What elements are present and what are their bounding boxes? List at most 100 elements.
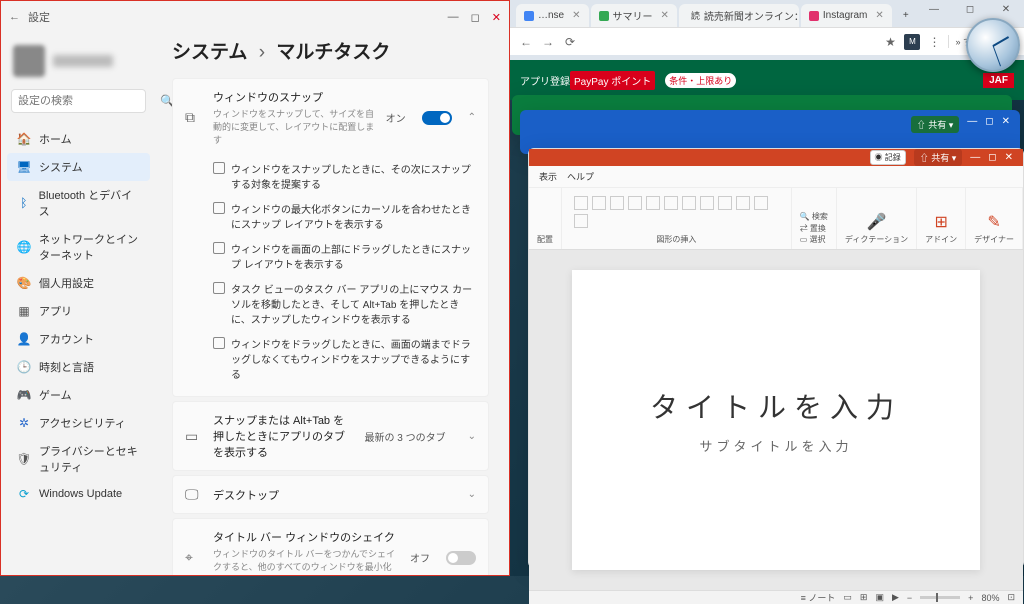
checkbox[interactable]: [213, 337, 225, 349]
powerpoint-window[interactable]: ◉ 記録 ⇧ 共有 ▾ — ◻ ✕ 表示 ヘルプ 配置 図形の挿入 🔍 検索⇄ …: [528, 148, 1024, 568]
fit-icon[interactable]: ⊡: [1007, 592, 1015, 603]
setting-row[interactable]: ⧉ ウィンドウのスナップ ウィンドウをスナップして、サイズを自動的に変更して、レ…: [173, 79, 488, 156]
toggle-switch[interactable]: [422, 111, 452, 125]
sidebar-item-9[interactable]: ✲ アクセシビリティ: [7, 409, 150, 437]
extension-icon[interactable]: ★: [882, 34, 898, 50]
checkbox[interactable]: [213, 242, 225, 254]
desktop-clock-gadget[interactable]: [966, 18, 1020, 72]
snap-option[interactable]: ウィンドウをドラッグしたときに、画面の端までドラッグしなくてもウィンドウをスナッ…: [213, 331, 476, 386]
sidebar-item-3[interactable]: 🌐ネットワークとインターネット: [7, 225, 150, 269]
shape-gallery[interactable]: [570, 192, 783, 232]
close-icon[interactable]: ✕: [572, 10, 580, 21]
ad-banner: アプリ登録 PayPay ポイント 条件・上限あり JAF: [510, 60, 1024, 100]
search-input[interactable]: [18, 95, 160, 107]
new-tab-button[interactable]: +: [894, 4, 918, 27]
sidebar-item-11[interactable]: ⟳Windows Update: [7, 481, 150, 507]
sidebar-item-8[interactable]: 🎮ゲーム: [7, 381, 150, 409]
browser-window-controls[interactable]: — ◻ ✕: [920, 4, 1020, 15]
desktop-background: — ◻ ✕ …nse✕ サマリー✕ 読読売新聞オンライン：ニュース&✕ Inst…: [510, 0, 1024, 576]
sidebar-item-10[interactable]: 🛡プライバシーとセキュリティ: [7, 437, 150, 481]
slide-title-placeholder[interactable]: タイトルを入力: [650, 386, 902, 426]
minimize-icon[interactable]: —: [448, 11, 459, 24]
sidebar-item-4[interactable]: 🎨個人用設定: [7, 269, 150, 297]
setting-title: スナップまたは Alt+Tab を押したときにアプリのタブを表示する: [213, 412, 354, 460]
desktop-icon: 🖵: [185, 486, 203, 503]
dropdown-value[interactable]: 最新の 3 つのタブ: [364, 429, 445, 444]
view-reading-icon[interactable]: ▣: [875, 592, 884, 603]
close-icon[interactable]: ✕: [1002, 116, 1010, 133]
ribbon-group[interactable]: 🎤ディクテーション: [837, 188, 917, 249]
zoom-out-icon[interactable]: −: [907, 593, 912, 603]
alttab-setting[interactable]: ▭ スナップまたは Alt+Tab を押したときにアプリのタブを表示する 最新の…: [172, 401, 489, 471]
view-slideshow-icon[interactable]: ▶: [892, 592, 899, 603]
ribbon-group: 配置: [529, 188, 562, 249]
slide[interactable]: タイトルを入力 サブタイトルを入力: [572, 270, 981, 570]
close-icon[interactable]: ✕: [492, 11, 501, 24]
ribbon-group[interactable]: ⊞アドイン: [917, 188, 966, 249]
nav-label: アクセシビリティ: [39, 415, 126, 431]
zoom-in-icon[interactable]: +: [968, 593, 973, 603]
ribbon-tab[interactable]: ヘルプ: [567, 170, 594, 183]
browser-tab[interactable]: Instagram✕: [801, 4, 892, 27]
ribbon-tab[interactable]: 表示: [539, 170, 557, 183]
snap-option[interactable]: ウィンドウを画面の上部にドラッグしたときにスナップ レイアウトを表示する: [213, 236, 476, 276]
maximize-icon[interactable]: ◻: [988, 152, 996, 163]
extension-icon[interactable]: M: [904, 34, 920, 50]
settings-search[interactable]: 🔍: [11, 89, 146, 113]
user-account-block[interactable]: [7, 41, 150, 81]
view-normal-icon[interactable]: ▭: [843, 592, 852, 603]
checkbox[interactable]: [213, 202, 225, 214]
reload-icon[interactable]: ⟳: [562, 34, 578, 50]
snap-option[interactable]: タスク ビューのタスク バー アプリの上にマウス カーソルを移動したとき、そして…: [213, 276, 476, 331]
maximize-icon[interactable]: ◻: [985, 116, 993, 133]
shake-setting[interactable]: ⌖ タイトル バー ウィンドウのシェイク ウィンドウのタイトル バーをつかんでシ…: [172, 518, 489, 575]
chevron-up-icon[interactable]: ⌃: [468, 112, 476, 123]
back-icon[interactable]: ←: [9, 11, 20, 23]
sidebar-item-1[interactable]: 🖥システム: [7, 153, 150, 181]
browser-tab[interactable]: サマリー✕: [591, 4, 677, 27]
nav-icon: 🌐: [17, 240, 31, 254]
forward-icon[interactable]: →: [540, 34, 556, 50]
minimize-icon[interactable]: —: [920, 4, 948, 15]
sidebar-item-5[interactable]: ▦アプリ: [7, 297, 150, 325]
slide-subtitle-placeholder[interactable]: サブタイトルを入力: [699, 436, 852, 455]
sidebar-item-0[interactable]: 🏠ホーム: [7, 125, 150, 153]
close-icon[interactable]: ✕: [661, 10, 669, 21]
extension-icon[interactable]: ⋮: [926, 34, 942, 50]
minimize-icon[interactable]: —: [967, 116, 977, 133]
toggle-switch[interactable]: [446, 551, 476, 565]
close-icon[interactable]: ✕: [992, 4, 1020, 15]
snap-option[interactable]: ウィンドウをスナップしたときに、その次にスナップする対象を提案する: [213, 156, 476, 196]
sidebar-item-7[interactable]: 🕒時刻と言語: [7, 353, 150, 381]
browser-tab[interactable]: 読読売新聞オンライン：ニュース&✕: [679, 4, 799, 27]
chevron-down-icon[interactable]: ⌄: [468, 431, 476, 442]
sidebar-item-6[interactable]: 👤アカウント: [7, 325, 150, 353]
nav-icon: 🏠: [17, 132, 31, 146]
maximize-icon[interactable]: ◻: [471, 11, 480, 24]
checkbox[interactable]: [213, 282, 225, 294]
checkbox[interactable]: [213, 162, 225, 174]
share-button[interactable]: ⇧ 共有 ▾: [914, 149, 963, 166]
zoom-level[interactable]: 80%: [981, 593, 999, 603]
slide-canvas[interactable]: タイトルを入力 サブタイトルを入力: [529, 250, 1023, 590]
zoom-slider[interactable]: [920, 596, 960, 599]
close-icon[interactable]: ✕: [1005, 152, 1013, 163]
notes-button[interactable]: ≡ ノート: [801, 591, 836, 604]
record-button[interactable]: ◉ 記録: [870, 150, 906, 165]
chevron-down-icon[interactable]: ⌄: [468, 489, 476, 500]
view-sorter-icon[interactable]: ⊞: [860, 592, 868, 603]
breadcrumb-parent[interactable]: システム: [172, 42, 247, 63]
snap-option[interactable]: ウィンドウの最大化ボタンにカーソルを合わせたときにスナップ レイアウトを表示する: [213, 196, 476, 236]
close-icon[interactable]: ✕: [875, 10, 883, 21]
share-button[interactable]: ⇧ 共有 ▾: [911, 116, 960, 133]
browser-tab[interactable]: …nse✕: [516, 4, 589, 27]
back-icon[interactable]: ←: [518, 34, 534, 50]
nav-icon: ✲: [17, 416, 31, 430]
ribbon-group[interactable]: ✎デザイナー: [966, 188, 1023, 249]
desktop-setting[interactable]: 🖵 デスクトップ ⌄: [172, 475, 489, 514]
powerpoint-titlebar: ◉ 記録 ⇧ 共有 ▾ — ◻ ✕: [529, 149, 1023, 166]
minimize-icon[interactable]: —: [970, 152, 980, 163]
appli-badge: アプリ登録: [520, 73, 570, 88]
maximize-icon[interactable]: ◻: [956, 4, 984, 15]
sidebar-item-2[interactable]: ᛒBluetooth とデバイス: [7, 181, 150, 225]
